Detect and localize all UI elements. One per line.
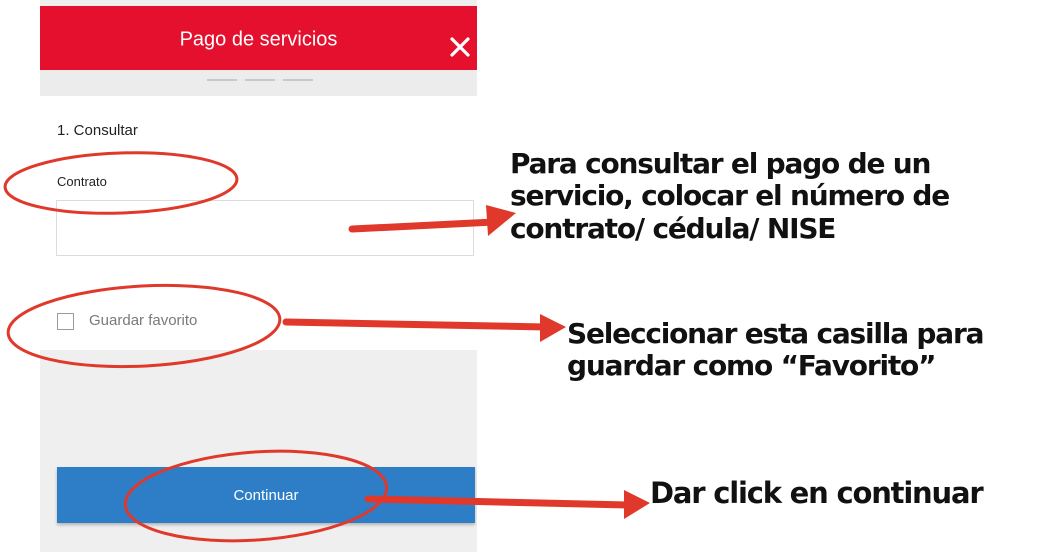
favorite-checkbox[interactable]: [57, 313, 74, 330]
contract-input[interactable]: [56, 200, 474, 256]
step-indicator: [40, 70, 477, 96]
step-dash: [283, 79, 313, 81]
continue-annotation: Dar click en continuar: [650, 476, 984, 510]
page-title: Pago de servicios: [179, 28, 338, 51]
favorite-annotation: Seleccionar esta casilla para guardar co…: [567, 317, 984, 383]
contract-label: Contrato: [57, 174, 107, 189]
mobile-screen: Pago de servicios 1. Consultar Contrato …: [40, 0, 477, 552]
step-dash: [245, 79, 275, 81]
close-icon[interactable]: [449, 36, 471, 58]
favorite-arrow-head: [540, 314, 566, 342]
step-dash: [207, 79, 237, 81]
query-form: 1. Consultar Contrato Guardar favorito: [40, 96, 477, 350]
continue-arrow-head: [624, 490, 650, 519]
favorite-label[interactable]: Guardar favorito: [89, 312, 197, 329]
section-title: 1. Consultar: [57, 122, 138, 139]
contract-annotation: Para consultar el pago de un servicio, c…: [510, 147, 950, 245]
app-header: Pago de servicios: [40, 6, 477, 70]
continue-button[interactable]: Continuar: [57, 467, 475, 523]
